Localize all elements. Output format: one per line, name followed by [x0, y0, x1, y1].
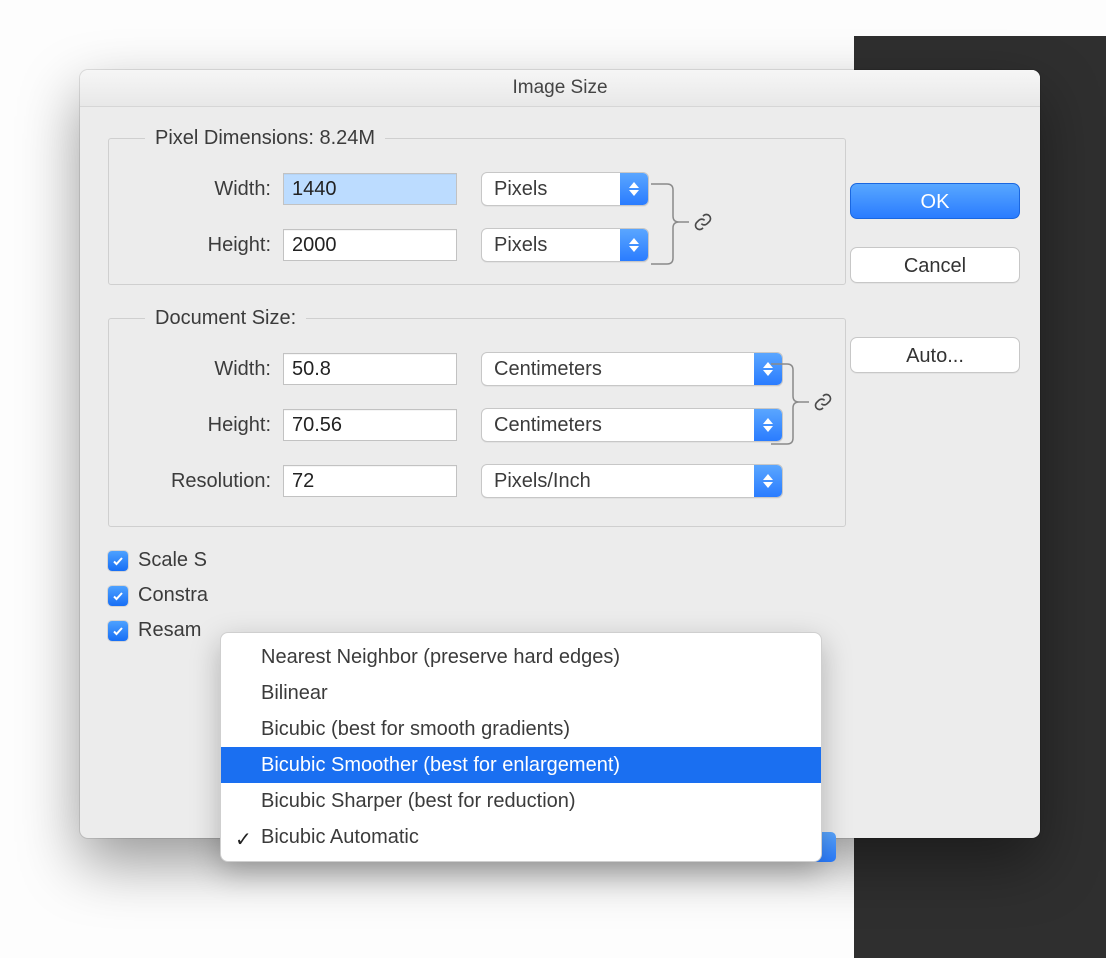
resolution-unit-value: Pixels/Inch: [494, 470, 591, 493]
stepper-arrows-icon: [620, 173, 648, 205]
doc-width-label: Width:: [127, 358, 271, 381]
doc-height-row: Height: Centimeters: [127, 408, 827, 442]
scale-styles-label: Scale S: [138, 549, 210, 572]
image-size-dialog: Image Size OK Cancel Auto... Pixel Dimen…: [80, 70, 1040, 838]
doc-width-unit-select[interactable]: Centimeters: [481, 352, 783, 386]
dropdown-item-bilinear[interactable]: Bilinear: [221, 675, 821, 711]
auto-button[interactable]: Auto...: [850, 337, 1020, 373]
resolution-unit-select[interactable]: Pixels/Inch: [481, 464, 783, 498]
dialog-title: Image Size: [80, 70, 1040, 107]
dropdown-item-label: Bicubic Automatic: [261, 826, 419, 849]
constrain-brace: [769, 360, 819, 448]
document-size-legend: Document Size:: [145, 307, 306, 330]
constrain-proportions-checkbox[interactable]: [108, 586, 128, 606]
dropdown-item-bicubic[interactable]: Bicubic (best for smooth gradients): [221, 711, 821, 747]
pixel-height-label: Height:: [127, 234, 271, 257]
resample-image-label: Resam: [138, 619, 206, 642]
doc-height-input[interactable]: [283, 409, 457, 441]
doc-height-unit-value: Centimeters: [494, 414, 602, 437]
stepper-arrows-icon: [754, 465, 782, 497]
pixel-height-input[interactable]: [283, 229, 457, 261]
resolution-row: Resolution: Pixels/Inch: [127, 464, 827, 498]
dialog-content: OK Cancel Auto... Pixel Dimensions: 8.24…: [80, 107, 1040, 839]
pixel-dimensions-group: Pixel Dimensions: 8.24M Width: Pixels He…: [108, 127, 846, 285]
document-size-group: Document Size: Width: Centimeters Height…: [108, 307, 846, 527]
doc-width-unit-value: Centimeters: [494, 358, 602, 381]
doc-height-unit-select[interactable]: Centimeters: [481, 408, 783, 442]
pixel-width-unit-select[interactable]: Pixels: [481, 172, 649, 206]
scale-styles-row: Scale S: [108, 549, 1012, 572]
dropdown-item-bicubic-smoother[interactable]: Bicubic Smoother (best for enlargement): [221, 747, 821, 783]
ok-button[interactable]: OK: [850, 183, 1020, 219]
pixel-height-unit-value: Pixels: [494, 234, 547, 257]
constrain-proportions-label: Constra: [138, 584, 216, 607]
pixel-height-unit-select[interactable]: Pixels: [481, 228, 649, 262]
constrain-link-icon[interactable]: [813, 392, 833, 412]
constrain-proportions-row: Constra: [108, 584, 1012, 607]
constrain-link-icon[interactable]: [693, 212, 713, 232]
constrain-brace: [649, 180, 699, 268]
doc-width-row: Width: Centimeters: [127, 352, 827, 386]
resample-image-checkbox[interactable]: [108, 621, 128, 641]
pixel-width-label: Width:: [127, 178, 271, 201]
pixel-dimensions-legend: Pixel Dimensions: 8.24M: [145, 127, 385, 150]
pixel-height-row: Height: Pixels: [127, 228, 827, 262]
dropdown-item-nearest-neighbor[interactable]: Nearest Neighbor (preserve hard edges): [221, 639, 821, 675]
cancel-button[interactable]: Cancel: [850, 247, 1020, 283]
pixel-width-unit-value: Pixels: [494, 178, 547, 201]
dropdown-item-bicubic-sharper[interactable]: Bicubic Sharper (best for reduction): [221, 783, 821, 819]
pixel-width-row: Width: Pixels: [127, 172, 827, 206]
doc-width-input[interactable]: [283, 353, 457, 385]
dialog-buttons: OK Cancel Auto...: [850, 183, 1020, 401]
resolution-input[interactable]: [283, 465, 457, 497]
checkmark-icon: ✓: [235, 827, 252, 852]
resample-method-dropdown: Nearest Neighbor (preserve hard edges) B…: [220, 632, 822, 862]
pixel-width-input[interactable]: [283, 173, 457, 205]
option-checkboxes: Scale S Constra Resam: [108, 549, 1012, 642]
scale-styles-checkbox[interactable]: [108, 551, 128, 571]
stepper-arrows-icon: [620, 229, 648, 261]
dropdown-item-bicubic-automatic[interactable]: ✓ Bicubic Automatic: [221, 819, 821, 855]
resolution-label: Resolution:: [127, 470, 271, 493]
doc-height-label: Height:: [127, 414, 271, 437]
